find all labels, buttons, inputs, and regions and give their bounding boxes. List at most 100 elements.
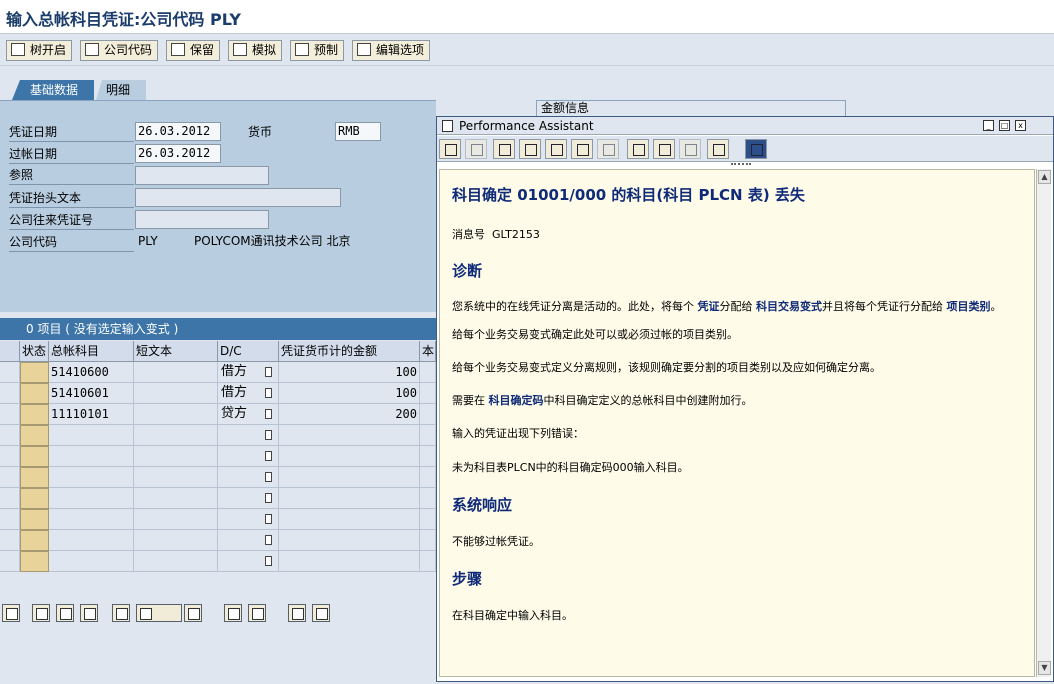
amount-cell[interactable] bbox=[279, 488, 420, 509]
posting-date-field[interactable]: 26.03.2012 bbox=[135, 144, 221, 163]
dropdown-icon[interactable] bbox=[265, 472, 272, 482]
row-selector[interactable] bbox=[0, 425, 20, 446]
amount-cell[interactable] bbox=[279, 509, 420, 530]
sort-icon[interactable] bbox=[288, 604, 306, 622]
column-header-more[interactable]: 本 bbox=[420, 341, 436, 362]
row-selector[interactable] bbox=[0, 509, 20, 530]
dc-cell[interactable] bbox=[218, 551, 279, 572]
extra-cell[interactable] bbox=[420, 362, 436, 383]
row-selector[interactable] bbox=[0, 467, 20, 488]
short-text-cell[interactable] bbox=[134, 467, 218, 488]
account-cell[interactable] bbox=[49, 446, 134, 467]
status-cell[interactable] bbox=[20, 404, 49, 425]
dropdown-icon[interactable] bbox=[265, 514, 272, 524]
dropdown-icon[interactable] bbox=[265, 430, 272, 440]
tab-basic-data[interactable]: 基础数据 bbox=[12, 80, 94, 100]
tab-details[interactable]: 明细 bbox=[96, 80, 146, 100]
print-icon[interactable] bbox=[707, 139, 729, 159]
status-cell[interactable] bbox=[20, 509, 49, 530]
select-all-icon[interactable] bbox=[32, 604, 50, 622]
book-icon[interactable] bbox=[493, 139, 515, 159]
dropdown-icon[interactable] bbox=[265, 535, 272, 545]
short-text-cell[interactable] bbox=[134, 425, 218, 446]
short-text-cell[interactable] bbox=[134, 551, 218, 572]
dropdown-icon[interactable] bbox=[265, 493, 272, 503]
insert-rows-icon[interactable] bbox=[136, 604, 182, 622]
park-button[interactable]: 预制 bbox=[290, 40, 345, 61]
table-icon[interactable] bbox=[627, 139, 649, 159]
account-cell[interactable] bbox=[49, 425, 134, 446]
deselect-all-icon[interactable] bbox=[80, 604, 98, 622]
dc-cell[interactable] bbox=[218, 488, 279, 509]
account-cell[interactable]: 11110101 bbox=[49, 404, 134, 425]
dropdown-icon[interactable] bbox=[265, 409, 272, 419]
column-selector[interactable] bbox=[0, 341, 20, 362]
minimize-icon[interactable]: _ bbox=[983, 120, 994, 131]
pa-title-bar[interactable]: Performance Assistant bbox=[437, 117, 1053, 135]
status-cell[interactable] bbox=[20, 467, 49, 488]
extra-cell[interactable] bbox=[420, 488, 436, 509]
column-header-dc[interactable]: D/C bbox=[218, 341, 279, 362]
row-selector[interactable] bbox=[0, 551, 20, 572]
status-cell[interactable] bbox=[20, 425, 49, 446]
help-scrollbar[interactable]: ▲ ▼ bbox=[1036, 169, 1051, 677]
amount-cell[interactable] bbox=[279, 446, 420, 467]
maximize-icon[interactable]: □ bbox=[999, 120, 1010, 131]
extra-cell[interactable] bbox=[420, 425, 436, 446]
select-block-icon[interactable] bbox=[56, 604, 74, 622]
extra-cell[interactable] bbox=[420, 446, 436, 467]
doc-header-text-field[interactable] bbox=[135, 188, 341, 207]
amount-cell[interactable]: 100 bbox=[279, 362, 420, 383]
comment-icon[interactable] bbox=[571, 139, 593, 159]
status-cell[interactable] bbox=[20, 362, 49, 383]
copy-icon[interactable] bbox=[224, 604, 242, 622]
extra-cell[interactable] bbox=[420, 551, 436, 572]
status-cell[interactable] bbox=[20, 446, 49, 467]
status-cell[interactable] bbox=[20, 551, 49, 572]
window-icon[interactable] bbox=[653, 139, 675, 159]
filter-icon[interactable] bbox=[312, 604, 330, 622]
row-selector[interactable] bbox=[0, 404, 20, 425]
forward-arrow-icon[interactable] bbox=[465, 139, 487, 159]
dc-cell[interactable] bbox=[218, 425, 279, 446]
close-icon[interactable]: x bbox=[1015, 120, 1026, 131]
back-arrow-icon[interactable] bbox=[439, 139, 461, 159]
tree-on-button[interactable]: 树开启 bbox=[6, 40, 73, 61]
amount-cell[interactable] bbox=[279, 551, 420, 572]
dc-cell[interactable]: 借方 bbox=[218, 383, 279, 404]
extra-cell[interactable] bbox=[420, 467, 436, 488]
account-cell[interactable]: 51410601 bbox=[49, 383, 134, 404]
account-cell[interactable] bbox=[49, 509, 134, 530]
row-selector[interactable] bbox=[0, 446, 20, 467]
dropdown-icon[interactable] bbox=[265, 388, 272, 398]
dc-cell[interactable]: 贷方 bbox=[218, 404, 279, 425]
paste-icon[interactable] bbox=[248, 604, 266, 622]
doc-date-field[interactable]: 26.03.2012 bbox=[135, 122, 221, 141]
delete-row-icon[interactable] bbox=[184, 604, 202, 622]
status-cell[interactable] bbox=[20, 530, 49, 551]
row-selector[interactable] bbox=[0, 383, 20, 404]
status-cell[interactable] bbox=[20, 383, 49, 404]
column-header-status[interactable]: 状态 bbox=[20, 341, 49, 362]
account-cell[interactable] bbox=[49, 488, 134, 509]
splitter-grip[interactable] bbox=[731, 163, 751, 166]
reference-field[interactable] bbox=[135, 166, 269, 185]
short-text-cell[interactable] bbox=[134, 362, 218, 383]
edit-options-button[interactable]: 编辑选项 bbox=[352, 40, 431, 61]
amount-cell[interactable] bbox=[279, 530, 420, 551]
extra-cell[interactable] bbox=[420, 383, 436, 404]
row-selector[interactable] bbox=[0, 530, 20, 551]
row-selector[interactable] bbox=[0, 362, 20, 383]
hold-button[interactable]: 保留 bbox=[166, 40, 221, 61]
short-text-cell[interactable] bbox=[134, 383, 218, 404]
transaction-variant-link[interactable]: 科目交易变式 bbox=[756, 300, 822, 313]
document-link[interactable]: 凭证 bbox=[698, 300, 720, 313]
close-help-icon[interactable] bbox=[745, 139, 767, 159]
short-text-cell[interactable] bbox=[134, 530, 218, 551]
currency-field[interactable]: RMB bbox=[335, 122, 381, 141]
transfer-icon[interactable] bbox=[679, 139, 701, 159]
technical-info-icon[interactable] bbox=[519, 139, 541, 159]
item-category-link[interactable]: 项目类别 bbox=[947, 300, 991, 313]
company-code-button[interactable]: 公司代码 bbox=[80, 40, 159, 61]
account-cell[interactable] bbox=[49, 530, 134, 551]
